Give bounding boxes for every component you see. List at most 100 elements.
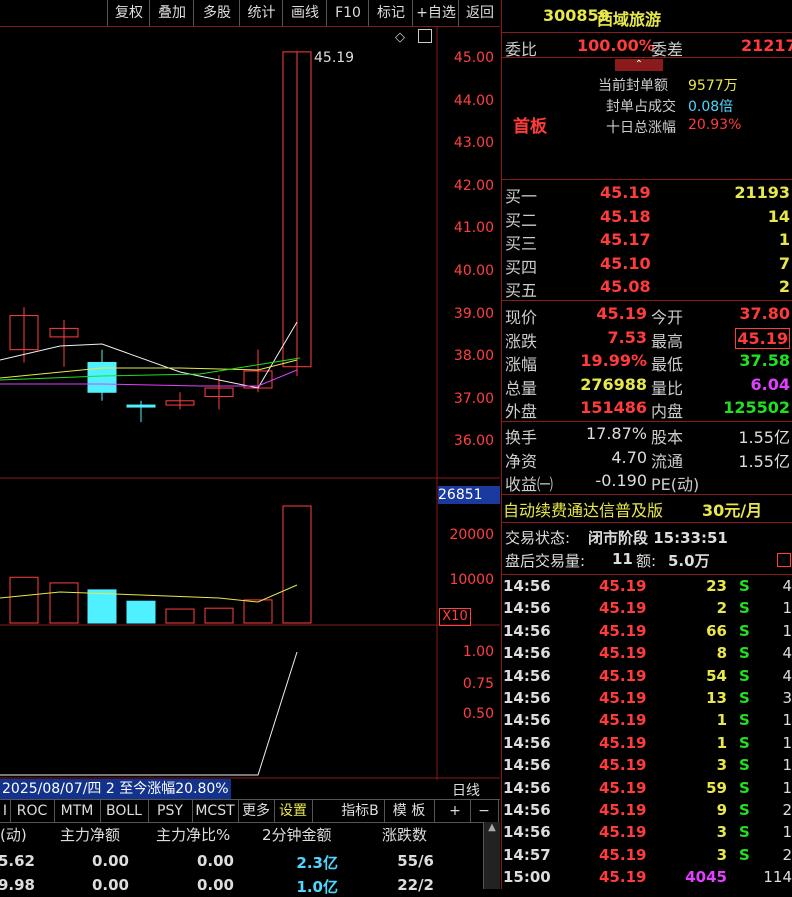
indicator-tab[interactable]: MCST — [192, 800, 239, 822]
bid-level-label: 买一 — [505, 187, 538, 206]
fundamental-label: 净资 — [505, 451, 538, 471]
toolbar-button[interactable]: 复权 — [107, 0, 150, 26]
indicator-tab[interactable]: 更多 — [238, 800, 275, 822]
fundamental-label: 换手 — [505, 428, 538, 447]
promo-text[interactable]: 自动续费通达信普及版 — [503, 497, 663, 521]
tick-count: 2 — [782, 801, 792, 819]
quote-label: 现价 — [505, 308, 538, 327]
tick-direction: S — [739, 778, 750, 797]
quote-label: 外盘 — [505, 402, 538, 421]
price-tick: 37.00 — [453, 390, 494, 407]
quote-label: 涨幅 — [505, 355, 538, 374]
tick-count: 1 — [782, 756, 792, 775]
quote-value: 6.04 — [750, 374, 790, 394]
tick-time: 14:56 — [503, 644, 551, 663]
bid-price[interactable]: 45.19 — [600, 183, 651, 202]
quote-label: 总量 — [505, 378, 538, 398]
price-tick: 45.00 — [453, 50, 494, 66]
indicator-tab[interactable]: ROC — [10, 800, 55, 822]
fund-table-header[interactable]: 主力净额 — [60, 824, 120, 845]
fund-table-header[interactable]: 涨跌数 — [382, 824, 427, 845]
volume-tick: 20000 — [449, 527, 494, 543]
bid-price[interactable]: 45.17 — [600, 230, 651, 249]
volume-unit: X10 — [439, 608, 471, 626]
promo-price[interactable]: 30元/月 — [702, 497, 762, 521]
trade-status-label: 交易状态: — [505, 529, 571, 547]
quote-label: 今开 — [651, 308, 684, 327]
fundamental-label: 股本 — [651, 428, 684, 447]
date-range-bar: 2025/08/07/四 2 至今涨幅20.80% — [0, 779, 231, 799]
tick-count: 114 — [763, 868, 792, 887]
quote-label: 涨跌 — [505, 331, 538, 351]
tick-count: 4 — [782, 644, 792, 663]
bid-price[interactable]: 45.08 — [600, 277, 651, 296]
tick-volume: 9 — [716, 801, 727, 819]
tick-direction: S — [739, 801, 750, 819]
period-selector[interactable]: 日线 — [452, 780, 480, 800]
indicator-tab[interactable]: + — [440, 800, 471, 822]
indicator-tab[interactable]: BOLL — [100, 800, 149, 822]
quote-value: 37.80 — [739, 304, 790, 323]
toolbar-button[interactable]: 统计 — [239, 0, 283, 26]
tick-direction: S — [739, 733, 750, 752]
tick-count: 1 — [782, 733, 792, 752]
order-ratio-value: 100.00% — [577, 36, 655, 55]
tick-direction: S — [739, 823, 750, 842]
toolbar-button[interactable]: 多股 — [193, 0, 240, 26]
tick-time: 14:56 — [503, 666, 551, 685]
quote-value: 125502 — [723, 398, 790, 417]
chart-mini-icon[interactable] — [777, 553, 791, 567]
tick-price: 45.19 — [599, 868, 647, 887]
scroll-up-icon[interactable]: ▲ — [484, 822, 500, 833]
indicator-tab[interactable]: 模 板 — [384, 800, 435, 822]
fund-table-cell: 2.3亿 — [296, 854, 338, 872]
tick-time: 14:56 — [503, 756, 551, 775]
tick-price: 45.19 — [599, 689, 647, 707]
tick-volume: 8 — [716, 644, 727, 663]
toolbar-button[interactable]: 标记 — [368, 0, 413, 26]
tick-time: 14:57 — [503, 845, 551, 864]
fundamental-value: -0.190 — [595, 471, 647, 490]
toolbar-button[interactable]: 叠加 — [149, 0, 194, 26]
collapse-chevron-icon[interactable]: ⌃ — [615, 59, 663, 71]
limit-info-label: 封单占成交 — [606, 99, 676, 115]
indicator-tab[interactable]: MTM — [54, 800, 101, 822]
kline-chart-area[interactable] — [0, 0, 501, 889]
fund-table-cell: 22/2 — [397, 876, 434, 894]
limit-info-label: 十日总涨幅 — [606, 120, 676, 136]
indicator-tick: 1.00 — [462, 644, 494, 660]
indicator-tab[interactable]: 设置 — [274, 800, 313, 822]
volume-bars — [0, 505, 312, 624]
tick-volume: 66 — [706, 621, 727, 640]
volume-current-badge: 26851 — [438, 486, 500, 504]
tick-volume: 4045 — [685, 868, 727, 887]
bid-price[interactable]: 45.10 — [600, 254, 651, 273]
indicator-tab[interactable]: 指标B — [336, 800, 385, 822]
tick-price: 45.19 — [599, 666, 647, 685]
tick-time: 14:56 — [503, 801, 551, 819]
quote-label: 量比 — [651, 378, 684, 398]
tick-count: 1 — [782, 599, 792, 618]
panel-toggle-icon[interactable] — [418, 29, 432, 43]
fund-table-header[interactable]: 2分钟金额 — [262, 824, 332, 845]
fund-table-scrollbar[interactable]: ▲ — [483, 822, 500, 889]
toolbar-button[interactable]: F10 — [326, 0, 369, 26]
diamond-icon[interactable]: ◇ — [395, 30, 405, 45]
quote-value: 276988 — [580, 374, 647, 394]
toolbar-button[interactable]: 返回 — [458, 0, 501, 26]
toolbar-button[interactable]: +自选 — [412, 0, 459, 26]
limit-info-value: 20.93% — [688, 117, 742, 133]
bid-price[interactable]: 45.18 — [600, 207, 651, 226]
tick-price: 45.19 — [599, 801, 647, 819]
price-tick: 44.00 — [453, 92, 494, 109]
toolbar-button[interactable]: 画线 — [282, 0, 327, 26]
tick-price: 45.19 — [599, 778, 647, 797]
candle-body — [126, 404, 156, 408]
fund-table-header[interactable]: (动) — [0, 824, 27, 845]
order-diff-value: 21217 — [741, 36, 792, 55]
tick-time: 14:56 — [503, 689, 551, 707]
indicator-tab[interactable]: PSY — [148, 800, 193, 822]
tick-volume: 3 — [716, 823, 727, 842]
fund-table-header[interactable]: 主力净比% — [156, 824, 230, 845]
indicator-tab[interactable]: − — [470, 800, 499, 822]
